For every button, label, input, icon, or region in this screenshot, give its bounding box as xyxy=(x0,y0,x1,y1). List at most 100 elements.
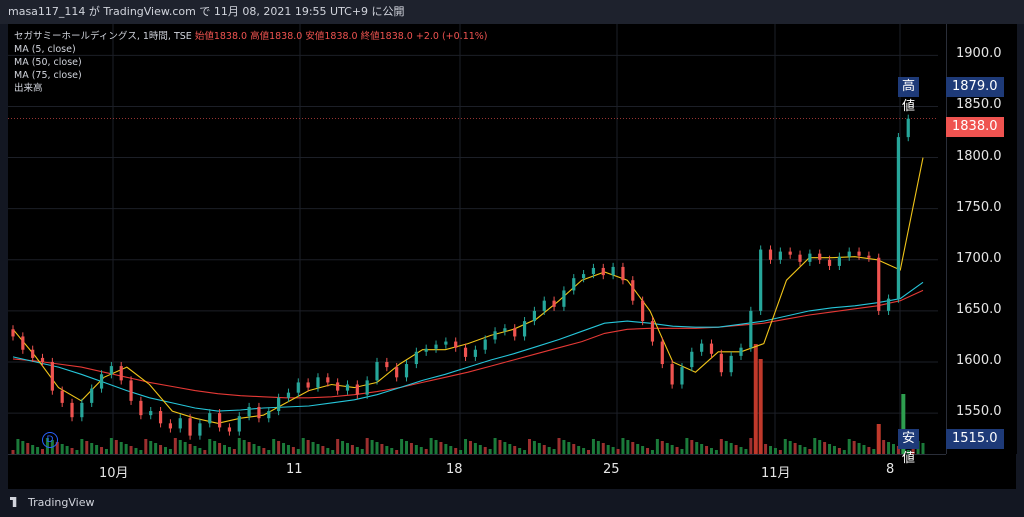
candle-body xyxy=(454,341,458,348)
volume-bar xyxy=(537,443,541,454)
volume-spike xyxy=(876,424,881,454)
volume-bar xyxy=(823,442,827,454)
volume-bar xyxy=(729,443,733,454)
volume-bar xyxy=(478,445,482,454)
volume-bar xyxy=(409,443,413,454)
volume-bar xyxy=(247,442,251,454)
volume-bar xyxy=(631,442,635,454)
volume-bar xyxy=(655,439,659,454)
candle-body xyxy=(532,310,537,322)
candle-body xyxy=(503,328,507,332)
volume-bar xyxy=(508,444,512,454)
volume-bar xyxy=(449,446,453,454)
volume-bar xyxy=(286,445,290,454)
ma5-line xyxy=(12,157,924,424)
candle-body xyxy=(660,341,664,365)
volume-bar xyxy=(237,438,241,454)
candle-body xyxy=(808,253,812,262)
time-axis[interactable] xyxy=(8,454,946,490)
candle-body xyxy=(700,343,704,352)
volume-bar xyxy=(439,442,443,454)
volume-bar xyxy=(867,447,871,454)
volume-bar xyxy=(572,444,576,454)
time-tick-label: 8 xyxy=(886,462,895,477)
low-value: 1515.0 xyxy=(946,429,1004,449)
volume-bar xyxy=(473,443,477,454)
volume-bar xyxy=(375,442,379,454)
volume-bar xyxy=(257,446,261,454)
volume-bar xyxy=(124,444,128,454)
volume-bar xyxy=(557,438,561,454)
volume-bar xyxy=(498,440,502,454)
tradingview-logo[interactable]: TradingView xyxy=(10,496,94,509)
volume-legend[interactable]: 出来高 xyxy=(14,82,488,95)
volume-bar xyxy=(503,442,507,454)
volume-bar xyxy=(596,441,600,454)
time-tick-label: 25 xyxy=(603,462,620,477)
volume-bar xyxy=(705,446,709,454)
volume-bar xyxy=(144,439,148,454)
time-tick-label: 10月 xyxy=(99,466,129,481)
candle-body xyxy=(80,402,84,418)
ohlc-readout: 始値1838.0 高値1838.0 安値1838.0 終値1838.0 +2.0… xyxy=(194,31,488,42)
volume-bar xyxy=(336,439,340,454)
volume-bar xyxy=(355,447,359,454)
ma75-legend[interactable]: MA (75, close) xyxy=(14,69,488,82)
volume-bar xyxy=(769,446,773,454)
candle-body xyxy=(483,339,487,350)
volume-bar xyxy=(223,445,227,454)
volume-bar xyxy=(513,446,517,454)
candle-body xyxy=(788,251,792,255)
volume-bar xyxy=(444,444,448,454)
dividend-marker[interactable]: D xyxy=(42,432,58,448)
volume-bar xyxy=(321,446,325,454)
volume-bar xyxy=(80,439,84,454)
price-tick-label: 1600.0 xyxy=(956,353,1002,368)
candle-body xyxy=(709,343,714,354)
volume-bar xyxy=(891,444,895,454)
volume-bar xyxy=(60,444,64,454)
volume-bar xyxy=(114,440,118,454)
volume-bar xyxy=(685,438,689,454)
candle-body xyxy=(906,118,910,138)
candle-body xyxy=(542,300,546,311)
ma50-legend[interactable]: MA (50, close) xyxy=(14,56,488,69)
candle-body xyxy=(631,280,635,301)
candle-body xyxy=(670,364,674,385)
candle-body xyxy=(877,257,881,311)
brand-label: TradingView xyxy=(28,496,95,509)
volume-bar xyxy=(719,439,723,454)
candle-body xyxy=(188,418,192,436)
volume-bar xyxy=(887,442,891,454)
candle-body xyxy=(867,255,871,258)
ma5-legend[interactable]: MA (5, close) xyxy=(14,43,488,56)
volume-bar xyxy=(665,443,669,454)
volume-bar xyxy=(26,443,30,454)
candle-body xyxy=(404,364,409,378)
volume-bar xyxy=(252,444,256,454)
candle-body xyxy=(267,411,271,419)
symbol-label: セガサミーホールディングス, 1時間, TSE xyxy=(14,31,192,42)
candle-body xyxy=(286,392,291,398)
volume-bar xyxy=(419,447,423,454)
candle-body xyxy=(178,418,182,429)
candle-body xyxy=(444,341,448,345)
volume-bar xyxy=(832,446,836,454)
price-tick-label: 1900.0 xyxy=(956,46,1002,62)
volume-bar xyxy=(109,438,113,454)
volume-bar xyxy=(798,445,802,454)
volume-bar xyxy=(311,442,315,454)
candle-body xyxy=(227,427,232,432)
volume-bar xyxy=(739,447,743,454)
candle-body xyxy=(345,384,350,391)
candle-body xyxy=(621,266,625,281)
ma50-line xyxy=(12,281,924,412)
candle-body xyxy=(434,344,438,349)
volume-bar xyxy=(341,441,345,454)
volume-bar xyxy=(493,438,497,454)
volume-bar xyxy=(414,445,418,454)
volume-bar xyxy=(85,441,89,454)
volume-bar xyxy=(626,440,630,454)
volume-bar xyxy=(242,440,246,454)
volume-bar xyxy=(277,441,281,454)
